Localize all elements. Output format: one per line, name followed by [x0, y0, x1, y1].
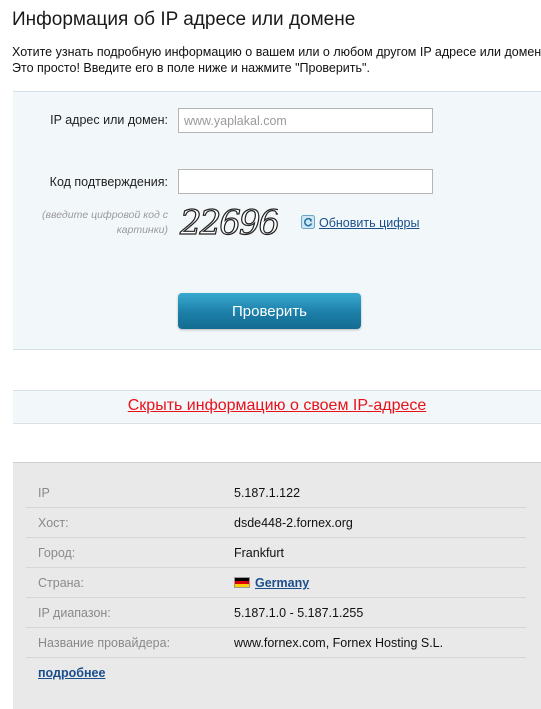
- intro-line-1: Хотите узнать подробную информацию о ваш…: [12, 45, 541, 59]
- info-key: IP: [38, 486, 50, 500]
- refresh-icon: [301, 215, 315, 229]
- info-key: Город:: [38, 546, 76, 560]
- ip-info-panel: IP 5.187.1.122 Хост: dsde448-2.fornex.or…: [13, 462, 541, 709]
- code-label: Код подтверждения:: [49, 175, 168, 189]
- info-value: 5.187.1.122: [234, 486, 301, 500]
- country-link[interactable]: Germany: [255, 576, 309, 590]
- info-row-ip: IP 5.187.1.122: [26, 478, 526, 508]
- info-row-provider: Название провайдера: www.fornex.com, For…: [26, 628, 526, 658]
- page-title: Информация об IP адресе или домене: [12, 9, 356, 30]
- hide-ip-info-link[interactable]: Скрыть информацию о своем IP-адресе: [128, 397, 427, 415]
- intro-text: Хотите узнать подробную информацию о ваш…: [12, 44, 541, 76]
- info-key: Название провайдера:: [38, 636, 171, 650]
- info-row-country: Страна: Germany: [26, 568, 526, 598]
- info-row-host: Хост: dsde448-2.fornex.org: [26, 508, 526, 538]
- info-row-city: Город: Frankfurt: [26, 538, 526, 568]
- hide-ip-bar: Скрыть информацию о своем IP-адресе: [13, 390, 541, 424]
- lookup-form: IP адрес или домен: Код подтверждения: (…: [13, 91, 541, 350]
- check-button[interactable]: Проверить: [178, 293, 361, 329]
- intro-line-2: Это просто! Введите его в поле ниже и на…: [12, 61, 370, 75]
- captcha-image: 22696: [178, 202, 278, 242]
- ip-label: IP адрес или домен:: [50, 113, 168, 127]
- refresh-label: Обновить цифры: [319, 216, 420, 230]
- info-value: www.fornex.com, Fornex Hosting S.L.: [234, 636, 444, 650]
- code-input[interactable]: [178, 169, 433, 194]
- ip-input[interactable]: [178, 108, 433, 133]
- more-details-link[interactable]: подробнее: [38, 666, 105, 680]
- info-row-ip-range: IP диапазон: 5.187.1.0 - 5.187.1.255: [26, 598, 526, 628]
- info-key: IP диапазон:: [38, 606, 111, 620]
- info-value: dsde448-2.fornex.org: [234, 516, 353, 530]
- info-value: 5.187.1.0 - 5.187.1.255: [234, 606, 364, 620]
- captcha-code: 22696: [179, 203, 278, 242]
- info-key: Страна:: [38, 576, 84, 590]
- info-value: Frankfurt: [234, 546, 285, 560]
- info-key: Хост:: [38, 516, 69, 530]
- germany-flag-icon: [234, 577, 250, 588]
- refresh-captcha-link[interactable]: Обновить цифры: [301, 215, 419, 230]
- captcha-hint: (введите цифровой код с картинки): [41, 209, 168, 236]
- info-value: Germany: [234, 576, 309, 590]
